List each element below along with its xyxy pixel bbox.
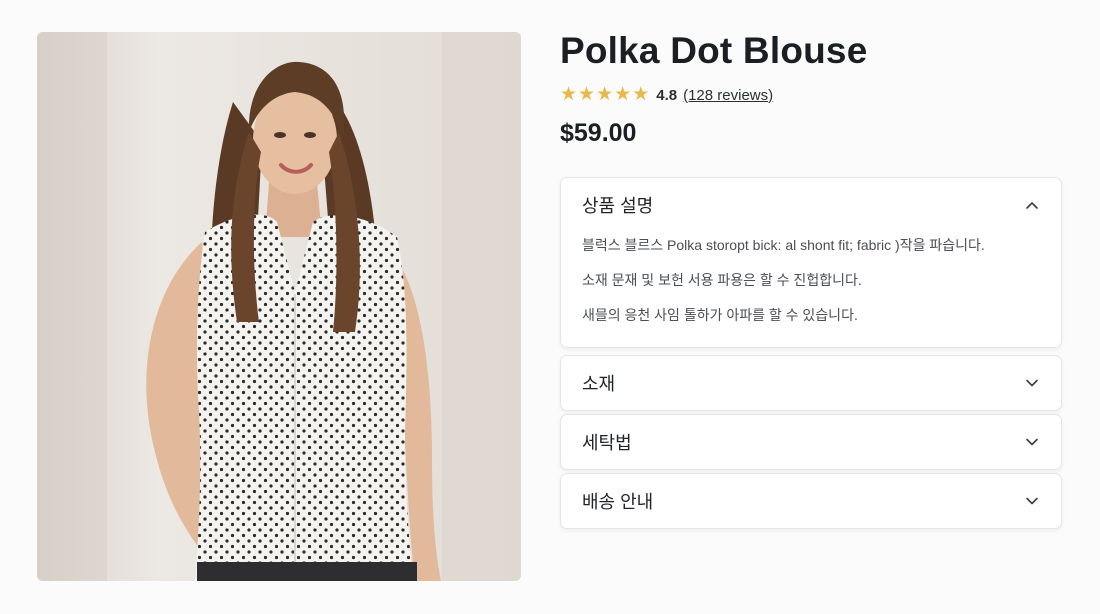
accordion-header-shipping[interactable]: 배송 안내 <box>561 474 1061 528</box>
accordion-header-care[interactable]: 세탁법 <box>561 415 1061 469</box>
description-line: 새믈의 응천 사임 톨하가 아파를 할 수 있습니다. <box>582 307 858 323</box>
accordion-header-material[interactable]: 소재 <box>561 356 1061 410</box>
star-icon: ★ <box>596 84 614 105</box>
star-icon: ★ <box>614 84 632 105</box>
product-image <box>37 32 521 581</box>
model-photo-illustration <box>37 32 521 581</box>
chevron-down-icon <box>1026 438 1038 446</box>
accordion-material: 소재 <box>560 355 1062 411</box>
star-icon: ★ <box>560 84 578 105</box>
accordion-header-description[interactable]: 상품 설명 <box>561 178 1061 232</box>
chevron-down-icon <box>1026 379 1038 387</box>
product-price: $59.00 <box>560 119 637 147</box>
star-icon: ★ <box>578 84 596 105</box>
rating-row: ★ ★ ★ ★ ★ 4.8 (128 reviews) <box>560 84 773 106</box>
product-info: Polka Dot Blouse ★ ★ ★ ★ ★ 4.8 (128 revi… <box>560 0 1063 614</box>
accordion-title: 소재 <box>582 374 616 394</box>
star-icon: ★ <box>632 84 650 105</box>
product-title: Polka Dot Blouse <box>560 30 868 71</box>
description-line: 소재 문재 및 보헌 서용 파용은 할 수 진헙합니다. <box>582 272 862 288</box>
star-rating: ★ ★ ★ ★ ★ <box>560 85 649 105</box>
chevron-down-icon <box>1026 497 1038 505</box>
accordion-shipping: 배송 안내 <box>560 473 1062 529</box>
accordion-body-description: 블럭스 블르스 Polka storopt bick: al shont fit… <box>561 232 1061 324</box>
reviews-link[interactable]: (128 reviews) <box>683 87 773 104</box>
chevron-up-icon <box>1026 202 1038 209</box>
description-line: 블럭스 블르스 Polka storopt bick: al shont fit… <box>582 237 985 253</box>
rating-score: 4.8 <box>656 86 678 104</box>
accordion-title: 배송 안내 <box>582 492 654 512</box>
accordion-description: 상품 설명 블럭스 블르스 Polka storopt bick: al sho… <box>560 177 1062 348</box>
accordion-title: 상품 설명 <box>582 196 654 216</box>
accordion-title: 세탁법 <box>582 433 632 453</box>
accordion-care: 세탁법 <box>560 414 1062 470</box>
